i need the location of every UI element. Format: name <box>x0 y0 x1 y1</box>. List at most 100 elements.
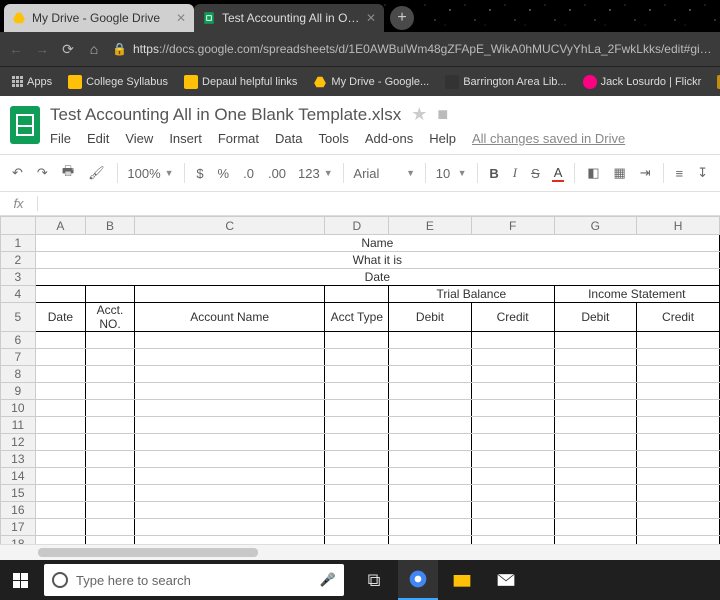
browser-tab-drive[interactable]: My Drive - Google Drive ✕ <box>4 4 194 32</box>
cell[interactable] <box>86 332 135 349</box>
cell[interactable] <box>471 332 554 349</box>
cell[interactable] <box>389 485 472 502</box>
cell[interactable] <box>637 502 720 519</box>
cell[interactable] <box>554 519 637 536</box>
cell[interactable] <box>637 400 720 417</box>
cell[interactable] <box>86 519 135 536</box>
cell[interactable] <box>554 417 637 434</box>
apps-button[interactable]: Apps <box>8 74 56 90</box>
cell[interactable] <box>471 502 554 519</box>
cell[interactable] <box>134 332 325 349</box>
cell[interactable] <box>471 383 554 400</box>
cell[interactable]: Credit <box>471 303 554 332</box>
taskbar-chrome[interactable] <box>398 560 438 600</box>
text-color-button[interactable]: A <box>552 165 565 182</box>
forward-button[interactable]: → <box>34 41 50 57</box>
grid-row[interactable]: 4Trial BalanceIncome Statement <box>1 286 720 303</box>
taskbar-mail[interactable] <box>486 560 526 600</box>
cell[interactable] <box>35 434 85 451</box>
decrease-decimal-button[interactable]: .0 <box>241 164 256 183</box>
cell[interactable] <box>389 366 472 383</box>
cell[interactable] <box>86 468 135 485</box>
currency-button[interactable]: $ <box>194 164 205 183</box>
cell[interactable] <box>325 536 389 545</box>
row-header[interactable]: 10 <box>1 400 36 417</box>
grid-row[interactable]: 15 <box>1 485 720 502</box>
cell[interactable] <box>554 349 637 366</box>
cell[interactable]: Date <box>35 269 719 286</box>
cell[interactable] <box>637 485 720 502</box>
row-header[interactable]: 8 <box>1 366 36 383</box>
cell[interactable] <box>554 451 637 468</box>
menu-tools[interactable]: Tools <box>318 131 348 146</box>
cell[interactable] <box>86 434 135 451</box>
col-header[interactable]: B <box>86 217 135 235</box>
cell[interactable] <box>35 536 85 545</box>
cell[interactable] <box>325 383 389 400</box>
row-header[interactable]: 13 <box>1 451 36 468</box>
col-header[interactable]: A <box>35 217 85 235</box>
cell[interactable] <box>471 417 554 434</box>
cell[interactable] <box>325 366 389 383</box>
cell[interactable] <box>554 400 637 417</box>
row-header[interactable]: 12 <box>1 434 36 451</box>
doc-title[interactable]: Test Accounting All in One Blank Templat… <box>50 105 401 125</box>
cell[interactable] <box>134 349 325 366</box>
column-headers[interactable]: A B C D E F G H <box>1 217 720 235</box>
menu-file[interactable]: File <box>50 131 71 146</box>
cell[interactable] <box>35 502 85 519</box>
cell[interactable] <box>86 485 135 502</box>
borders-button[interactable]: ▦ <box>612 163 628 183</box>
cell[interactable]: Name <box>35 235 719 252</box>
cell[interactable]: Debit <box>389 303 472 332</box>
row-header[interactable]: 18 <box>1 536 36 545</box>
cell[interactable] <box>471 536 554 545</box>
cell[interactable] <box>134 366 325 383</box>
cell[interactable] <box>325 434 389 451</box>
menu-format[interactable]: Format <box>218 131 259 146</box>
cell[interactable] <box>471 519 554 536</box>
cell[interactable] <box>35 349 85 366</box>
paint-format-button[interactable]: 🖌 <box>86 163 107 183</box>
bookmark-item[interactable]: Depaul helpful links <box>180 73 301 91</box>
cell[interactable] <box>325 468 389 485</box>
cell[interactable] <box>637 366 720 383</box>
cell[interactable] <box>134 434 325 451</box>
cell[interactable]: Date <box>35 303 85 332</box>
cell[interactable] <box>134 417 325 434</box>
col-header[interactable]: C <box>134 217 325 235</box>
bookmark-item[interactable]: Jack Losurdo | Flickr <box>579 73 706 91</box>
cell[interactable] <box>471 434 554 451</box>
cell[interactable] <box>86 536 135 545</box>
cell[interactable] <box>389 434 472 451</box>
font-size-select[interactable]: 10▼ <box>436 166 467 181</box>
cell[interactable] <box>389 332 472 349</box>
cell[interactable] <box>554 485 637 502</box>
percent-button[interactable]: % <box>216 164 232 183</box>
new-tab-button[interactable]: + <box>390 6 414 30</box>
cell[interactable]: Account Name <box>134 303 325 332</box>
grid-row[interactable]: 12 <box>1 434 720 451</box>
cell[interactable] <box>554 536 637 545</box>
cell[interactable]: What it is <box>35 252 719 269</box>
menu-data[interactable]: Data <box>275 131 302 146</box>
sheets-logo-icon[interactable] <box>10 106 40 144</box>
zoom-select[interactable]: 100%▼ <box>127 166 173 181</box>
col-header[interactable]: D <box>325 217 389 235</box>
cell[interactable] <box>325 417 389 434</box>
cell[interactable] <box>86 383 135 400</box>
cell[interactable] <box>325 485 389 502</box>
task-view-button[interactable]: ⧉ <box>354 560 394 600</box>
cell[interactable] <box>325 519 389 536</box>
browser-tab-sheets[interactable]: Test Accounting All in One Blank ✕ <box>194 4 384 32</box>
cell[interactable] <box>471 468 554 485</box>
cell[interactable] <box>35 332 85 349</box>
valign-button[interactable]: ↧ <box>695 163 710 183</box>
cell[interactable] <box>86 286 135 303</box>
cell[interactable] <box>35 417 85 434</box>
cell[interactable] <box>637 434 720 451</box>
cell[interactable] <box>471 400 554 417</box>
save-status[interactable]: All changes saved in Drive <box>472 131 625 146</box>
cell[interactable] <box>389 349 472 366</box>
cell[interactable] <box>134 468 325 485</box>
